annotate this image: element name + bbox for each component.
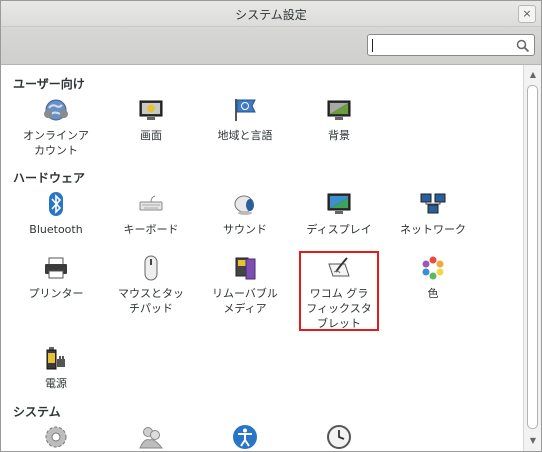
- color-icon: [422, 256, 444, 280]
- network-icon: [420, 193, 446, 214]
- item-label: サウンド: [223, 223, 267, 236]
- search-icon: [516, 39, 530, 53]
- item-label: ネットワーク: [400, 223, 466, 236]
- scrollbar-thumb[interactable]: [527, 85, 538, 429]
- item-label: ディスプレイ: [306, 223, 372, 236]
- close-icon: ×: [522, 7, 532, 20]
- close-button[interactable]: ×: [518, 5, 536, 23]
- item-display[interactable]: 画面: [107, 97, 195, 143]
- users-icon: [139, 427, 164, 449]
- item-color[interactable]: 色: [389, 255, 477, 301]
- item-label: 画面: [140, 129, 162, 142]
- keyboard-icon: [139, 195, 163, 211]
- settings-window: システム設定 × ユーザー向け オンラインア カウント 画面 地域と言語 背景 …: [0, 0, 542, 452]
- item-label: 背景: [328, 129, 350, 142]
- item-users[interactable]: [107, 424, 195, 450]
- item-label: 色: [427, 287, 439, 300]
- item-label: プリンター: [28, 287, 84, 300]
- section-system-label: システム: [13, 405, 61, 419]
- item-printer[interactable]: プリンター: [12, 255, 100, 301]
- item-details[interactable]: [12, 424, 100, 450]
- scroll-up-arrow-icon[interactable]: ▲: [527, 69, 539, 81]
- item-network[interactable]: ネットワーク: [389, 191, 477, 237]
- mouse-icon: [144, 255, 158, 281]
- power-icon: [46, 347, 65, 370]
- item-label: Bluetooth: [29, 223, 83, 236]
- item-mouse-touchpad[interactable]: マウスとタッ チパッド: [107, 255, 195, 316]
- search-input[interactable]: [367, 34, 535, 56]
- title-bar: システム設定 ×: [1, 1, 541, 27]
- date-time-icon: [327, 425, 351, 449]
- item-region-language[interactable]: 地域と言語: [201, 97, 289, 143]
- item-background[interactable]: 背景: [295, 97, 383, 143]
- monitor-icon: [327, 193, 351, 214]
- item-sound[interactable]: サウンド: [201, 191, 289, 237]
- item-label: キーボード: [123, 223, 179, 236]
- section-personal-label: ユーザー向け: [13, 77, 85, 91]
- window-title: システム設定: [235, 8, 307, 22]
- item-online-accounts[interactable]: オンラインア カウント: [12, 97, 100, 158]
- universal-access-icon: [233, 425, 257, 449]
- item-label: 電源: [45, 377, 67, 390]
- vertical-scrollbar[interactable]: ▲ ▼: [523, 65, 541, 451]
- item-label: リムーバブル メディア: [212, 287, 278, 315]
- background-icon: [327, 100, 351, 120]
- text-cursor: [372, 39, 373, 52]
- item-removable-media[interactable]: リムーバブル メディア: [201, 255, 289, 316]
- sound-icon: [234, 195, 254, 215]
- details-gear-icon: [45, 426, 67, 448]
- item-label: ワコム グラ フィックスタ ブレット: [306, 287, 372, 330]
- item-date-time[interactable]: [295, 424, 383, 450]
- item-monitor[interactable]: ディスプレイ: [295, 191, 383, 237]
- item-bluetooth[interactable]: Bluetooth: [12, 191, 100, 237]
- region-language-icon: [235, 99, 256, 121]
- item-wacom-tablet[interactable]: ワコム グラ フィックスタ ブレット: [295, 255, 383, 331]
- item-keyboard[interactable]: キーボード: [107, 191, 195, 237]
- section-hardware-label: ハードウェア: [13, 171, 86, 185]
- display-icon: [139, 100, 163, 120]
- wacom-tablet-icon: [328, 257, 350, 277]
- item-universal-access[interactable]: [201, 424, 289, 450]
- scroll-down-arrow-icon[interactable]: ▼: [527, 435, 539, 447]
- printer-icon: [45, 257, 67, 279]
- toolbar: [1, 27, 541, 65]
- bluetooth-icon: [49, 192, 63, 216]
- item-power[interactable]: 電源: [12, 345, 100, 391]
- item-label: マウスとタッ チパッド: [118, 287, 184, 315]
- online-accounts-icon: [44, 99, 68, 121]
- removable-media-icon: [235, 257, 256, 280]
- item-label: オンラインア カウント: [23, 129, 89, 157]
- item-label: 地域と言語: [217, 129, 273, 142]
- settings-panel: ユーザー向け オンラインア カウント 画面 地域と言語 背景 ハードウェア Bl…: [1, 65, 523, 451]
